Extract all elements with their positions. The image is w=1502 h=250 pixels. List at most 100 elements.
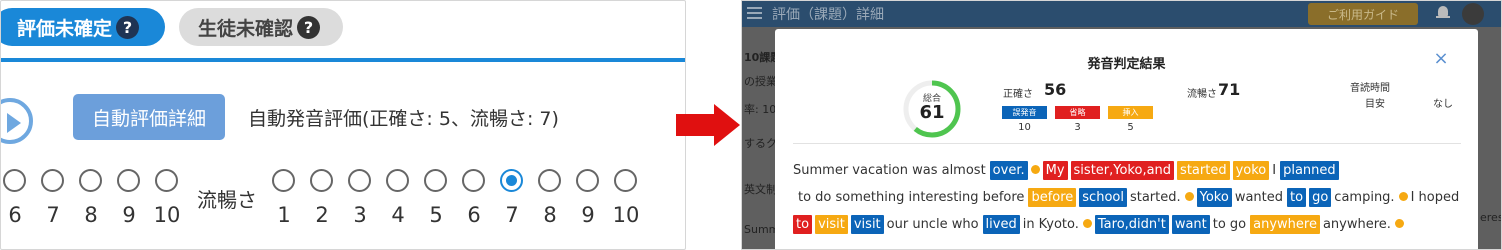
omission-count: 3: [1074, 122, 1081, 133]
fluency-label: 流暢さ: [1187, 89, 1217, 100]
inserted-word: visit: [815, 215, 848, 234]
pronunciation-result-modal: 発音判定結果 × 総合 61 正確さ 56 誤発音 省略 挿入 10 3 5 流…: [775, 29, 1478, 249]
pronunciation-result-screen: 評価（課題）詳細 ご利用ガイド 10課題 の授業 率: 10 するク 英文制 S…: [741, 0, 1502, 250]
passage-word: in Kyoto.: [1022, 217, 1079, 232]
passage-word: I hoped: [1410, 190, 1460, 205]
user-guide-button[interactable]: ご利用ガイド: [1308, 3, 1418, 25]
passage-word: started.: [1129, 190, 1181, 205]
accuracy-number: 10: [153, 203, 181, 227]
mispronounced-word: Yoko: [1196, 188, 1232, 207]
fluency-number: 8: [543, 203, 557, 227]
fluency-radio-9[interactable]: [576, 169, 599, 192]
passage-word: to do something interesting before: [798, 190, 1025, 205]
fluency-radio-8[interactable]: [538, 169, 561, 192]
accuracy-radio-8[interactable]: [79, 169, 102, 192]
avatar[interactable]: [1462, 3, 1484, 25]
inserted-word: yoko: [1232, 161, 1270, 180]
accuracy-radio-10[interactable]: [155, 169, 178, 192]
fluency-radio-7[interactable]: [500, 169, 523, 192]
auto-evaluation-detail-button[interactable]: 自動評価詳細: [73, 94, 225, 140]
play-audio-button[interactable]: [1, 98, 33, 144]
insertion-badge: 挿入: [1108, 106, 1153, 119]
passage-line: to do something interesting before before…: [793, 184, 1465, 211]
accuracy-number: 9: [122, 203, 136, 227]
total-score-value: 61: [919, 102, 945, 123]
omitted-word: My: [1042, 161, 1068, 180]
status-tag-unconfirmed-evaluation[interactable]: 評価未確定 ?: [1, 8, 165, 46]
accuracy-number: 8: [84, 203, 98, 227]
menu-icon[interactable]: [747, 7, 762, 19]
accuracy-radio-7[interactable]: [41, 169, 64, 192]
mispronounced-word: to: [1287, 188, 1307, 207]
reading-time-label: 音読時間: [1350, 83, 1390, 94]
mispronunciation-badge: 誤発音: [1002, 106, 1047, 119]
accuracy-number: 7: [46, 203, 60, 227]
composite-screenshot: 評価未確定 ? 生徒未確認 ? 自動評価詳細 自動発音評価(正確さ: 5、流暢さ…: [0, 0, 1502, 250]
omitted-word: to: [793, 215, 813, 234]
divider: [793, 143, 1461, 144]
pause-dot-icon: [1030, 165, 1040, 174]
arrow-body: [676, 114, 716, 136]
status-tag-student-unconfirmed[interactable]: 生徒未確認 ?: [179, 8, 343, 46]
close-icon[interactable]: ×: [1433, 50, 1449, 68]
fluency-number: 5: [429, 203, 443, 227]
pause-dot-icon: [1184, 192, 1194, 201]
help-icon[interactable]: ?: [297, 15, 321, 39]
fluency-number: 7: [505, 203, 519, 227]
mispronounced-word: over.: [989, 161, 1028, 180]
pause-dot-icon: [1394, 219, 1404, 228]
mispronounced-word: go: [1309, 188, 1332, 207]
passage-word: anywhere.: [1322, 217, 1391, 232]
arrow-right-icon: [714, 104, 740, 146]
fluency-number: 9: [581, 203, 595, 227]
fluency-radio-6[interactable]: [462, 169, 485, 192]
page-title: 評価（課題）詳細: [772, 7, 884, 23]
evaluated-passage: Summer vacation was almost over. My sister,…: [793, 157, 1465, 238]
passage-word: wanted: [1234, 190, 1284, 205]
pause-dot-icon: [1082, 219, 1092, 228]
fluency-radio-5[interactable]: [424, 169, 447, 192]
bg-text: 英文制: [744, 183, 777, 196]
passage-word: camping.: [1334, 190, 1395, 205]
mispronounced-word: school: [1079, 188, 1127, 207]
fluency-number: 6: [467, 203, 481, 227]
omission-badge: 省略: [1055, 106, 1100, 119]
fluency-number: 2: [315, 203, 329, 227]
accuracy-radio-9[interactable]: [117, 169, 140, 192]
pause-dot-icon: [1398, 192, 1408, 201]
fluency-number: 3: [353, 203, 367, 227]
app-header: 評価（課題）詳細 ご利用ガイド: [742, 1, 1501, 27]
accuracy-number: 6: [8, 203, 22, 227]
bg-text: 率: 10: [744, 103, 777, 116]
fluency-radio-2[interactable]: [310, 169, 333, 192]
mispronounced-word: lived: [982, 215, 1020, 234]
fluency-radio-1[interactable]: [272, 169, 295, 192]
mispronounced-word: want: [1171, 215, 1210, 234]
reading-time-value: なし: [1433, 99, 1453, 110]
accuracy-value: 56: [1044, 80, 1067, 99]
fluency-radio-3[interactable]: [348, 169, 371, 192]
insertion-count: 5: [1127, 122, 1134, 133]
fluency-value: 71: [1218, 80, 1241, 99]
fluency-radio-4[interactable]: [386, 169, 409, 192]
fluency-number: 4: [391, 203, 405, 227]
help-icon[interactable]: ?: [116, 15, 140, 39]
reading-time-sublabel: 目安: [1365, 99, 1385, 110]
inserted-word: started: [1177, 161, 1230, 180]
accuracy-radio-6[interactable]: [3, 169, 26, 192]
passage-word: our uncle who: [886, 217, 979, 232]
bg-text: するク: [744, 137, 777, 150]
mispronunciation-count: 10: [1018, 122, 1031, 133]
auto-evaluation-text: 自動発音評価(正確さ: 5、流暢さ: 7): [248, 108, 559, 130]
inserted-word: before: [1028, 188, 1077, 207]
fluency-radio-10[interactable]: [614, 169, 637, 192]
inserted-word: anywhere: [1250, 215, 1320, 234]
status-tag-label: 生徒未確認: [198, 17, 294, 40]
fluency-number: 10: [612, 203, 640, 227]
modal-title: 発音判定結果: [1087, 57, 1166, 72]
bell-icon[interactable]: [1436, 6, 1450, 20]
passage-word: I: [1272, 163, 1277, 178]
passage-word: Summer vacation was almost: [793, 163, 986, 178]
accuracy-label: 正確さ: [1003, 89, 1033, 100]
passage-word: to go: [1212, 217, 1247, 232]
